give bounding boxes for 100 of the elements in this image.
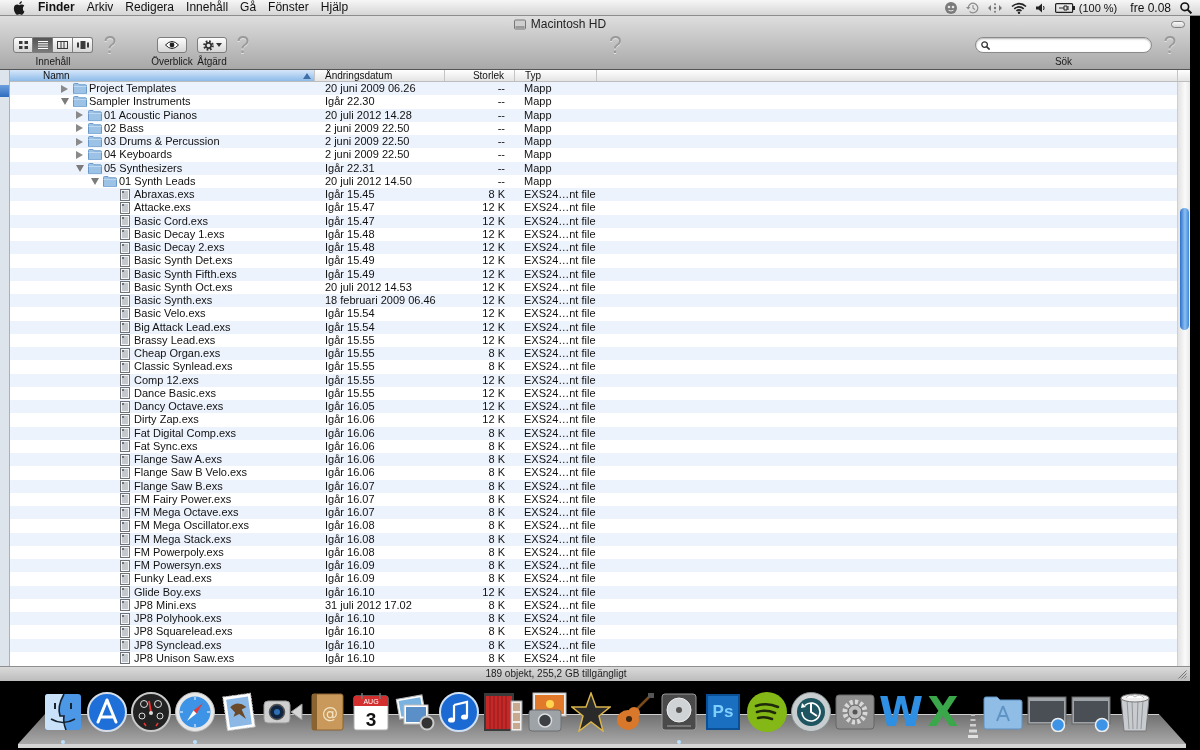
- status-text: 189 objekt, 255,2 GB tillgängligt: [485, 668, 627, 680]
- photos-icon[interactable]: [395, 692, 435, 732]
- file-row[interactable]: FM Powersyn.exs Igår 16.09 8 K EXS24…nt file: [10, 559, 1177, 573]
- document-icon: [120, 294, 130, 307]
- file-kind: EXS24…nt file: [524, 651, 596, 664]
- menu-item[interactable]: Arkiv: [80, 0, 120, 15]
- file-size: 12 K: [482, 307, 505, 320]
- menu-item[interactable]: Redigera: [119, 0, 181, 15]
- scrollbar-thumb[interactable]: [1179, 208, 1189, 330]
- modified-date: Igår 16.10: [325, 625, 375, 638]
- file-name: JP8 Squarelead.exs: [134, 625, 233, 639]
- disclosure-triangle-icon[interactable]: [76, 137, 83, 146]
- file-row[interactable]: Abraxas.exs Igår 15.45 8 K EXS24…nt file: [10, 188, 1177, 202]
- guitar-icon[interactable]: [615, 692, 655, 732]
- disclosure-triangle-icon[interactable]: [91, 177, 99, 185]
- folder-row[interactable]: Project Templates 20 juni 2009 06.26 -- Mapp: [10, 82, 1177, 96]
- star-icon[interactable]: [571, 692, 611, 732]
- a-in-circle-icon[interactable]: [87, 692, 127, 732]
- modified-date: 20 juni 2009 06.26: [325, 82, 416, 95]
- file-size: 12 K: [482, 201, 505, 214]
- speaker-icon[interactable]: [1035, 2, 1046, 13]
- modified-date: Igår 16.10: [325, 585, 375, 598]
- icon-view-button[interactable]: [13, 37, 33, 53]
- disclosure-triangle-icon[interactable]: [76, 111, 83, 120]
- music-note-icon[interactable]: [439, 692, 479, 732]
- column-view-button[interactable]: [53, 37, 73, 53]
- file-size: 8 K: [488, 453, 505, 466]
- folder-icon: [88, 122, 102, 134]
- menu-item[interactable]: Gå: [234, 0, 263, 15]
- wifi-icon[interactable]: [1010, 1, 1027, 14]
- toolbar-label: Åtgärd: [197, 56, 227, 68]
- disclosure-triangle-icon[interactable]: [61, 84, 68, 93]
- modified-date: 2 juni 2009 22.50: [325, 148, 410, 161]
- file-name: Fat Sync.exs: [134, 439, 198, 453]
- file-row[interactable]: Dancy Octave.exs Igår 16.05 12 K EXS24…nt file: [10, 400, 1177, 414]
- file-size: 8 K: [488, 426, 505, 439]
- menu-item[interactable]: Innehåll: [180, 0, 235, 15]
- gear-icon[interactable]: [835, 692, 875, 732]
- action-button[interactable]: [197, 37, 227, 53]
- modified-date: Igår 16.07: [325, 492, 375, 505]
- column-header[interactable]: Namn: [10, 70, 315, 81]
- battery-icon[interactable]: [1054, 2, 1075, 13]
- search-field[interactable]: [975, 37, 1152, 53]
- modified-date: Igår 16.06: [325, 426, 375, 439]
- file-size: 8 K: [488, 492, 505, 505]
- modified-date: Igår 16.09: [325, 572, 375, 585]
- apple-icon[interactable]: [13, 0, 25, 15]
- toolbar-toggle-button[interactable]: [1171, 20, 1185, 28]
- search-icon[interactable]: [1180, 1, 1192, 14]
- sound-waves-icon[interactable]: [747, 692, 787, 732]
- file-row[interactable]: Basic Synth.exs 18 februari 2009 06.46 12 K EXS24…nt file: [10, 294, 1177, 308]
- menu-item[interactable]: Fönster: [262, 0, 315, 15]
- column-header[interactable]: Storlek: [445, 70, 515, 81]
- cover-flow-view-button[interactable]: [73, 37, 93, 53]
- smiling-face-icon[interactable]: [43, 692, 83, 732]
- list-view-button[interactable]: [33, 37, 53, 53]
- file-kind: EXS24…nt file: [524, 492, 596, 505]
- menu-clock[interactable]: fre 0.08: [1130, 0, 1171, 15]
- document-icon: [120, 400, 130, 413]
- disclosure-triangle-icon[interactable]: [76, 164, 84, 172]
- compass-icon[interactable]: [175, 692, 215, 732]
- resize-grip-icon[interactable]: [1178, 670, 1187, 679]
- file-size: 8 K: [488, 188, 505, 201]
- file-name: Dancy Octave.exs: [134, 400, 224, 414]
- file-row[interactable]: JP8 Polyhook.exs Igår 16.10 8 K EXS24…nt file: [10, 612, 1177, 626]
- file-kind: EXS24…nt file: [524, 227, 596, 240]
- file-row[interactable]: Cheap Organ.exs Igår 15.55 8 K EXS24…nt file: [10, 347, 1177, 361]
- file-row[interactable]: Basic Decay 2.exs Igår 15.48 12 K EXS24…nt file: [10, 241, 1177, 255]
- camera-icon[interactable]: [527, 692, 567, 732]
- document-icon: [120, 480, 130, 493]
- file-name: JP8 Synclead.exs: [134, 638, 222, 652]
- file-size: 12 K: [482, 386, 505, 399]
- file-size: 12 K: [482, 214, 505, 227]
- disclosure-triangle-icon[interactable]: [76, 150, 83, 159]
- menu-item[interactable]: Hjälp: [314, 0, 355, 15]
- file-kind: EXS24…nt file: [524, 453, 596, 466]
- file-row[interactable]: FM Mega Octave.exs Igår 16.07 8 K EXS24…nt file: [10, 506, 1177, 520]
- file-kind: EXS24…nt file: [524, 320, 596, 333]
- toolbar-label: Innehåll: [35, 56, 71, 68]
- curtain-icon[interactable]: [483, 692, 523, 732]
- disclosure-triangle-icon[interactable]: [76, 124, 83, 133]
- column-header[interactable]: Typ: [515, 70, 597, 81]
- disclosure-triangle-icon[interactable]: [61, 98, 69, 106]
- document-icon: [120, 453, 130, 466]
- file-name: Flange Saw B.exs: [134, 479, 223, 493]
- modified-date: 20 juli 2012 14.28: [325, 108, 412, 121]
- toolbar-label: Överblick: [151, 56, 193, 68]
- file-size: --: [497, 82, 505, 95]
- quick-look-button[interactable]: [157, 37, 187, 53]
- gauge-icon[interactable]: [131, 692, 171, 732]
- smiley-icon[interactable]: [944, 1, 957, 14]
- question-mark: ?: [609, 34, 622, 57]
- file-size: --: [497, 174, 505, 187]
- app-menu[interactable]: Finder: [32, 0, 81, 15]
- folder-row[interactable]: 03 Drums & Percussion 2 juni 2009 22.50 -- Mapp: [10, 135, 1177, 149]
- column-header[interactable]: Ändringsdatum: [315, 70, 445, 81]
- arrows-icon[interactable]: [987, 2, 1002, 13]
- file-size: 12 K: [482, 241, 505, 254]
- modified-date: Igår 16.08: [325, 519, 375, 532]
- file-row[interactable]: Flange Saw A.exs Igår 16.06 8 K EXS24…nt file: [10, 453, 1177, 467]
